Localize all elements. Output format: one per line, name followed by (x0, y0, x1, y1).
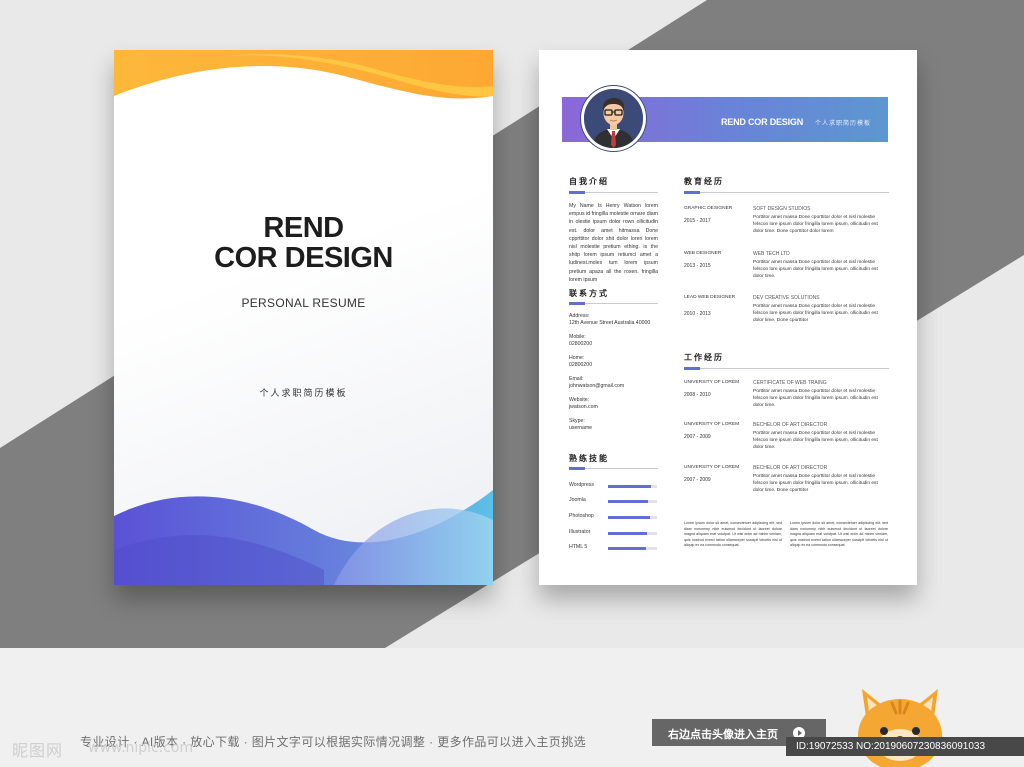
contact-label: Website: (569, 397, 590, 403)
entry-description: Porttitor amet massa Done cporttitor dol… (753, 304, 878, 324)
enter-homepage-label[interactable]: 右边点击头像进入主页 (668, 726, 778, 742)
site-watermark: 昵图网 (12, 743, 64, 760)
cover-subtitle: PERSONAL RESUME (241, 296, 366, 310)
resume-header-cn: 个人求职简历模板 (815, 121, 872, 127)
skill-row: Wordpress (569, 482, 659, 490)
skill-bar-fill (608, 500, 649, 503)
work-title: 工作经历 (684, 353, 724, 362)
skill-name: Illustrator (569, 529, 591, 535)
cover-title-line2: COR DESIGN (214, 242, 393, 274)
contact-label: Address: (569, 313, 590, 319)
entry-organization: DEV CREATIVE SOLUTIONS (753, 295, 820, 301)
entry-organization: CERTIFICATE OF WEB TRAING (753, 380, 827, 386)
skills-divider (569, 467, 658, 470)
contact-value: username (569, 425, 593, 431)
footer-paragraph-right: Lorem ipsum dolor sit amet, consectetuer… (790, 521, 888, 548)
skill-name: HTML 5 (569, 544, 588, 550)
skill-row: HTML 5 (569, 544, 659, 552)
entry-organization: BECHELOR OF ART DIRECTOR (753, 465, 828, 471)
education-divider (684, 191, 889, 194)
contact-value: jwatson.com (569, 404, 598, 410)
resume-page: REND COR DESIGN 个人求职简历模板 自我介绍 My Name Is… (539, 50, 917, 585)
skill-bar-track (608, 547, 657, 550)
skill-name: Photoshop (569, 513, 594, 519)
entry-years: 2008 - 2010 (684, 392, 711, 398)
footer-paragraph-left: Lorem ipsum dolor sit amet, consectetuer… (684, 521, 782, 548)
site-watermark-url: www.nipic.com (88, 740, 194, 756)
contact-label: Skype: (569, 418, 585, 424)
entry-organization: WEB TECH LTD (753, 251, 790, 257)
entry-organization: BECHELOR OF ART DIRECTOR (753, 422, 828, 428)
skills-title: 熟练技能 (569, 454, 609, 463)
entry-description: Porttitor amet massa Done cporttitor dol… (753, 260, 878, 280)
intro-title: 自我介绍 (569, 177, 609, 186)
cover-cn-subtitle: 个人求职简历模板 (259, 388, 348, 398)
cover-page: REND COR DESIGN PERSONAL RESUME 个人求职简历模板 (114, 50, 493, 585)
contact-title: 联系方式 (569, 289, 609, 298)
skill-bar-track (608, 500, 657, 503)
entry-years: 2015 - 2017 (684, 218, 711, 224)
skill-name: Joomla (569, 497, 586, 503)
contact-label: Home: (569, 355, 585, 361)
entry-years: 2013 - 2015 (684, 263, 711, 269)
entry-years: 2010 - 2013 (684, 311, 711, 317)
entry-description: Porttitor amet massa Done cporttitor dol… (753, 215, 878, 235)
intro-text: My Name Is Henry Watson lorem empus id f… (569, 203, 658, 283)
skill-row: Joomla (569, 497, 659, 505)
contact-value: 02800200 (569, 341, 593, 347)
contact-label: Email: (569, 376, 584, 382)
contact-value: johnwatson@gmail.com (569, 383, 625, 389)
contact-list: Address: 12th Avenue Street Australia 40… (569, 313, 664, 439)
entry-description: Porttitor amet massa Done cporttitor dol… (753, 389, 878, 409)
contact-value: 02800200 (569, 362, 593, 368)
education-title: 教育经历 (684, 177, 724, 186)
intro-divider (569, 191, 658, 194)
entry-position: GRAPHIC DESIGNER (684, 206, 733, 211)
entry-position: UNIVERSITY OF LOREM (684, 380, 740, 385)
entry-description: Porttitor amet massa Done cporttitor dol… (753, 431, 878, 451)
businessman-avatar-icon (581, 86, 646, 151)
skill-bar-fill (608, 532, 648, 535)
entry-position: LEAD WEB DESIGNER (684, 295, 736, 300)
entry-position: UNIVERSITY OF LOREM (684, 465, 740, 470)
work-divider (684, 367, 889, 370)
skill-row: Photoshop (569, 513, 659, 521)
skill-name: Wordpress (569, 482, 594, 488)
skill-bar-track (608, 485, 657, 488)
entry-position: UNIVERSITY OF LOREM (684, 422, 740, 427)
entry-description: Porttitor amet massa Done cporttitor dol… (753, 474, 878, 494)
entry-years: 2007 - 2009 (684, 477, 711, 483)
skill-bar-fill (608, 485, 652, 488)
entry-organization: SOFT DESIGN STUDIOS (753, 206, 811, 212)
contact-divider (569, 302, 658, 305)
contact-label: Mobile: (569, 334, 586, 340)
skill-bar-fill (608, 547, 647, 550)
skill-bar-fill (608, 516, 651, 519)
skill-bar-track (608, 532, 657, 535)
cover-title-line1: REND (263, 212, 344, 244)
image-id-text: ID:19072533 NO:20190607230836091033 (796, 741, 986, 752)
cover-waves (114, 50, 493, 585)
entry-years: 2007 - 2009 (684, 434, 711, 440)
skill-bar-track (608, 516, 657, 519)
entry-position: WEB DESIGNER (684, 251, 722, 256)
skill-row: Illustrator (569, 529, 659, 537)
contact-value: 12th Avenue Street Australia 40000 (569, 320, 651, 326)
resume-header-name: REND COR DESIGN (721, 117, 804, 127)
